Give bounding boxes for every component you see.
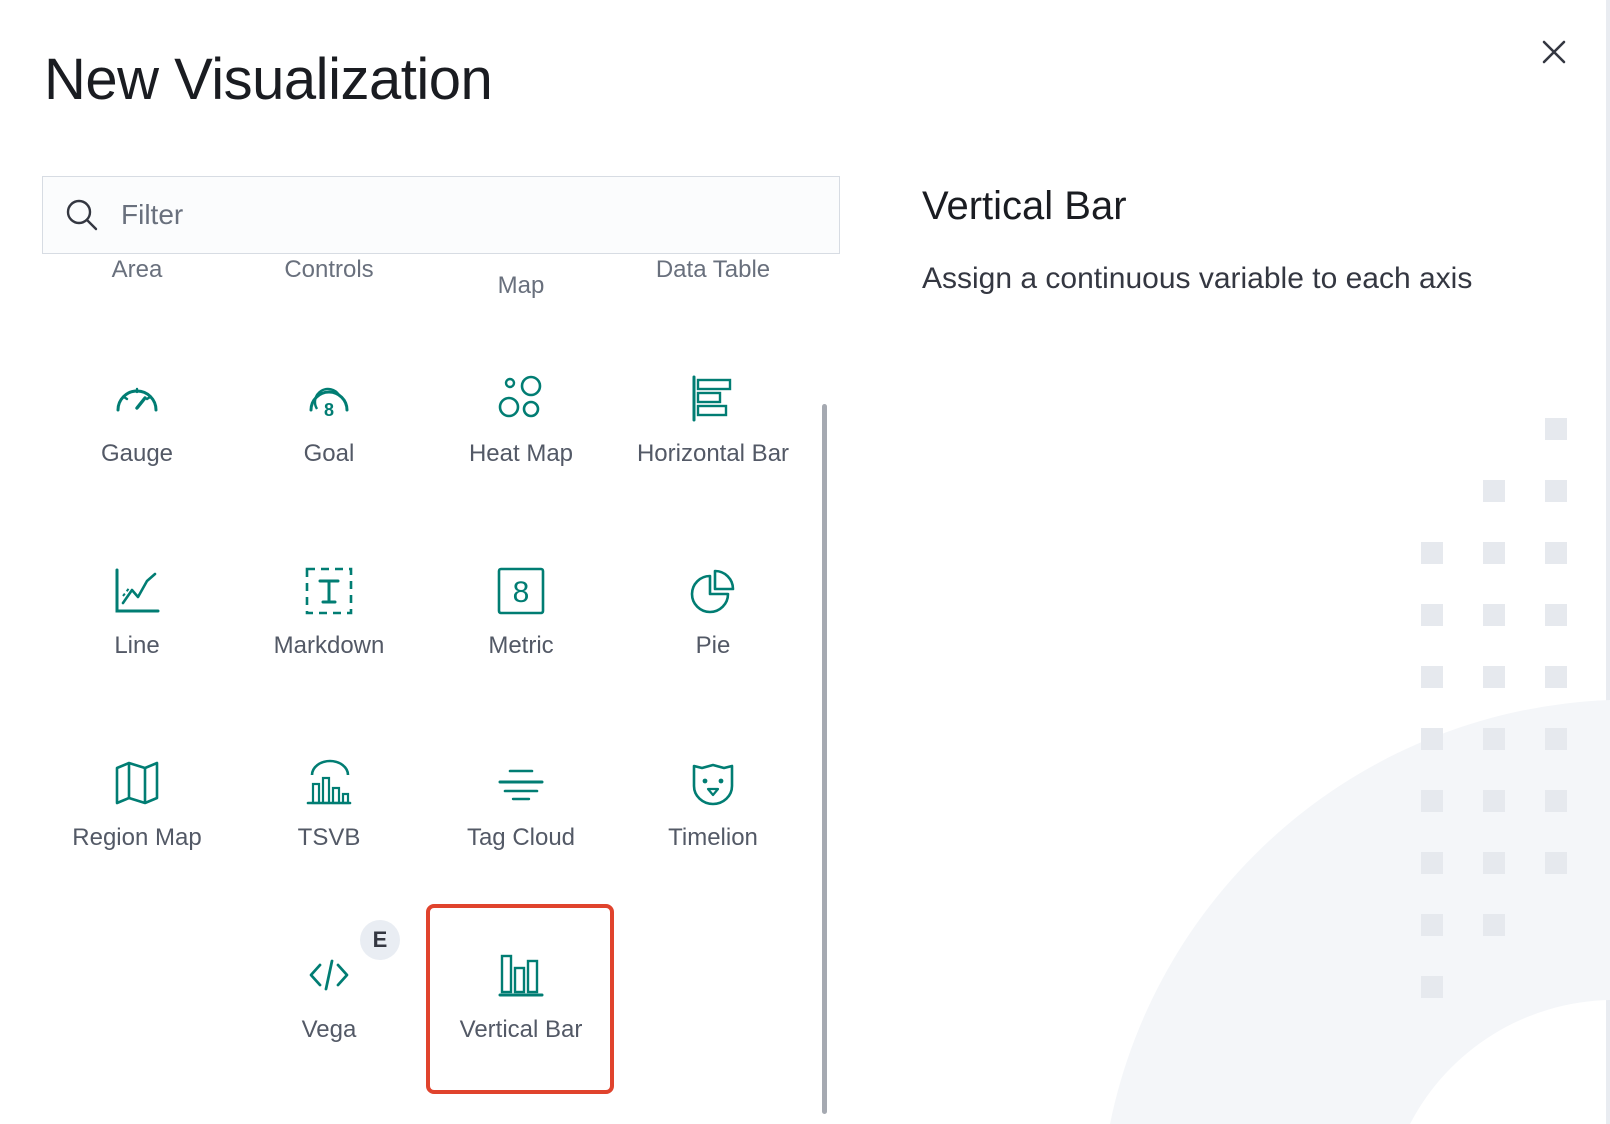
- gauge-icon: [116, 387, 158, 412]
- vis-type-heat-map[interactable]: Heat Map: [426, 374, 616, 554]
- metric-icon: 8: [497, 567, 545, 615]
- goal-icon: 8: [309, 387, 349, 420]
- filter-field[interactable]: [42, 176, 840, 254]
- svg-text:8: 8: [513, 576, 530, 609]
- pie-icon: [690, 569, 735, 614]
- vis-type-label: Metric: [488, 632, 554, 659]
- vis-type-label: Map: [497, 272, 545, 299]
- new-visualization-modal: New Visualization Area Controls Map Data…: [0, 0, 1610, 1124]
- vis-type-line[interactable]: Line: [42, 566, 232, 746]
- grid-scrollbar[interactable]: [822, 404, 827, 1114]
- experimental-badge: E: [360, 920, 400, 960]
- line-chart-icon: [115, 568, 160, 613]
- decorative-illustration: [1110, 418, 1610, 1124]
- vis-type-label: TSVB: [297, 824, 361, 851]
- vis-type-label: Region Map: [72, 824, 202, 851]
- vis-type-region-map[interactable]: Region Map: [42, 758, 232, 938]
- selection-highlight: [426, 904, 614, 1094]
- vis-type-gauge[interactable]: Gauge: [42, 374, 232, 554]
- vis-type-goal[interactable]: 8 Goal: [234, 374, 424, 554]
- vis-type-vega[interactable]: Vega: [234, 950, 424, 1124]
- vis-type-controls[interactable]: Controls: [234, 256, 424, 370]
- tsvb-icon: [306, 759, 352, 805]
- heat-map-icon: [498, 375, 542, 418]
- vis-type-label: Markdown: [273, 632, 385, 659]
- vis-type-label: Gauge: [100, 440, 174, 467]
- vis-type-metric[interactable]: 8 Metric: [426, 566, 616, 746]
- vega-icon: [309, 959, 349, 991]
- vis-type-label: Line: [114, 632, 160, 659]
- vis-type-label: Timelion: [668, 824, 758, 851]
- vis-type-label: Area: [111, 256, 163, 283]
- svg-text:8: 8: [324, 400, 334, 420]
- close-button[interactable]: [1534, 32, 1574, 72]
- vis-type-label: Heat Map: [468, 440, 574, 467]
- close-icon: [1542, 40, 1566, 64]
- vis-type-label: Goal: [303, 440, 355, 467]
- description-title: Vertical Bar: [922, 184, 1127, 228]
- vis-type-area[interactable]: Area: [42, 256, 232, 370]
- vis-type-label: Vega: [301, 1016, 357, 1043]
- vis-type-horizontal-bar[interactable]: Horizontal Bar: [618, 374, 808, 554]
- vis-type-label: Horizontal Bar: [636, 440, 790, 467]
- vis-type-data-table[interactable]: Data Table: [618, 256, 808, 370]
- vis-type-pie[interactable]: Pie: [618, 566, 808, 746]
- timelion-icon: [692, 763, 734, 806]
- vis-type-map[interactable]: Map: [426, 256, 616, 386]
- vis-type-tsvb[interactable]: TSVB: [234, 758, 424, 938]
- modal-title: New Visualization: [44, 47, 493, 112]
- filter-input[interactable]: [119, 198, 803, 232]
- vis-type-label: Controls: [284, 256, 374, 283]
- visualization-type-grid: Area Controls Map Data Table Gauge 8 Goa…: [42, 256, 832, 1124]
- vis-type-label: Tag Cloud: [466, 824, 576, 851]
- horizontal-bar-icon: [692, 375, 732, 422]
- search-icon: [63, 196, 101, 234]
- description-text: Assign a continuous variable to each axi…: [922, 262, 1473, 295]
- tag-cloud-icon: [498, 769, 544, 801]
- vis-type-label: Data Table: [655, 256, 771, 283]
- vis-type-timelion[interactable]: Timelion: [618, 758, 808, 938]
- region-map-icon: [115, 761, 159, 805]
- markdown-icon: [305, 567, 353, 615]
- vis-type-label: Pie: [695, 632, 731, 659]
- vis-type-markdown[interactable]: Markdown: [234, 566, 424, 746]
